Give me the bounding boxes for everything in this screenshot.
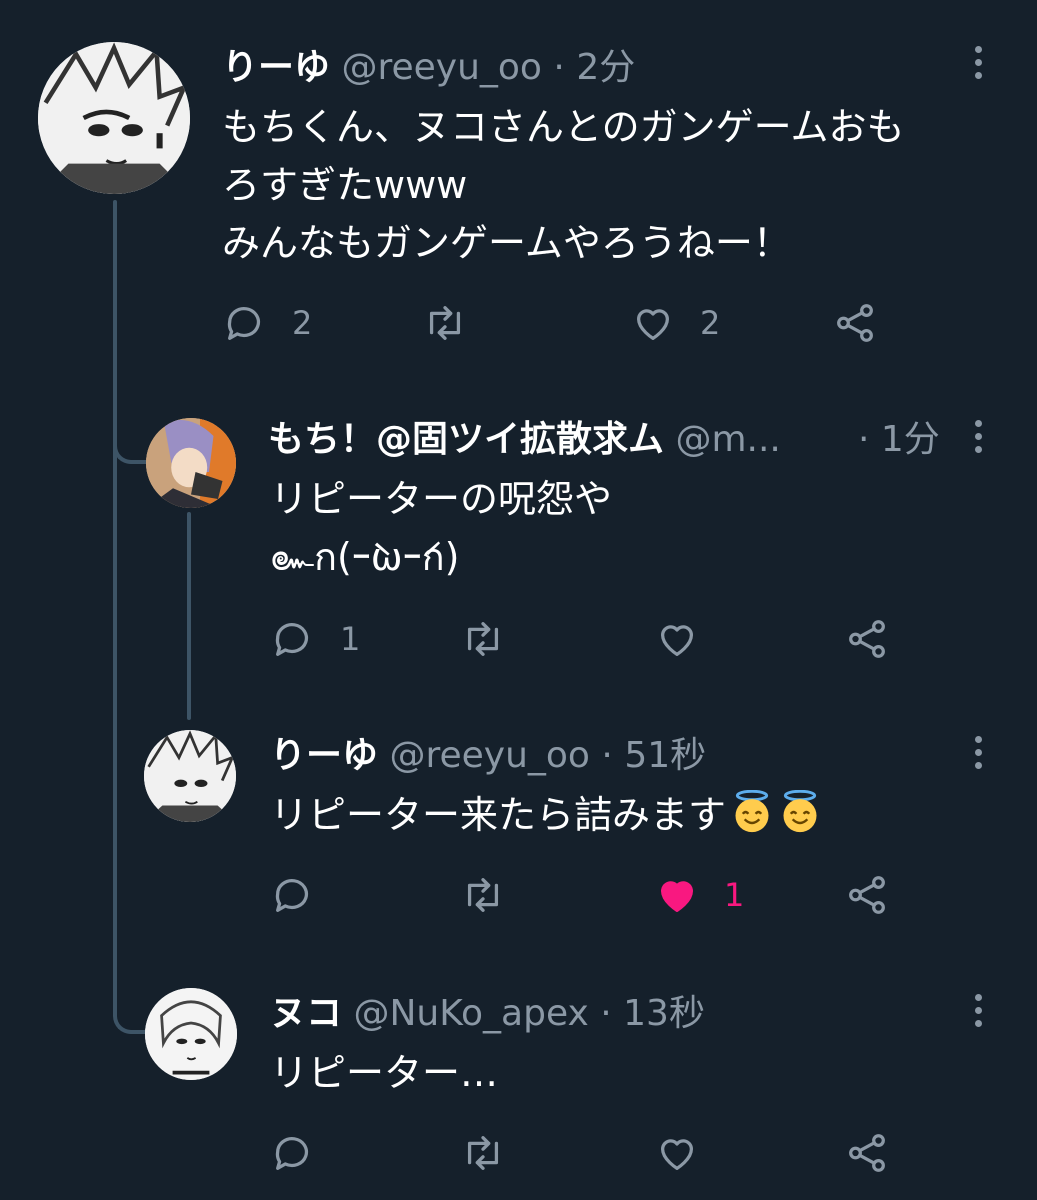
retweet-icon — [467, 622, 499, 656]
heart-icon — [660, 1139, 694, 1170]
share-icon — [849, 876, 885, 914]
retweet-icon — [467, 1136, 499, 1170]
tweet-header: りーゆ @reeyu_oo · 51秒 — [270, 734, 706, 778]
thread-line-sub — [187, 512, 191, 720]
share-icon — [837, 304, 873, 342]
action-bar: 1 — [270, 614, 910, 664]
like-button[interactable]: 2 — [630, 298, 720, 348]
user-handle[interactable]: @reeyu_oo — [341, 47, 541, 88]
avatar[interactable] — [144, 730, 236, 822]
reply-button[interactable]: 1 — [270, 614, 360, 664]
reply-button[interactable] — [270, 870, 340, 920]
timestamp[interactable]: 51秒 — [624, 735, 706, 776]
more-options-icon[interactable] — [973, 736, 983, 775]
timestamp[interactable]: 2分 — [576, 47, 635, 88]
tweet-time: · 1分 — [858, 418, 940, 462]
heart-icon — [636, 309, 670, 340]
share-button[interactable] — [832, 298, 878, 348]
retweet-button[interactable] — [460, 1128, 530, 1178]
reply-icon — [227, 307, 260, 340]
share-button[interactable] — [844, 614, 890, 664]
reply-count: 2 — [292, 304, 313, 342]
share-icon — [849, 1134, 885, 1172]
reply-icon — [275, 623, 308, 656]
reply-button[interactable]: 2 — [222, 298, 312, 348]
avatar[interactable] — [38, 42, 190, 194]
heart-filled-icon — [660, 881, 694, 912]
tweet-text-line: リピーターの呪怨や — [270, 477, 613, 521]
reply-count: 1 — [340, 620, 361, 658]
avatar-image — [146, 418, 236, 508]
timestamp[interactable]: 13秒 — [623, 993, 705, 1034]
tweet-text: もちくん、ヌコさんとのガンゲームおも ろすぎたwww みんなもガンゲームやろうね… — [222, 98, 904, 272]
more-options-icon[interactable] — [973, 994, 983, 1033]
tweet-header: りーゆ @reeyu_oo · 2分 — [222, 46, 635, 90]
tweet-text-line: みんなもガンゲームやろうねー！ — [222, 221, 791, 265]
retweet-button[interactable] — [460, 614, 530, 664]
more-options-icon[interactable] — [973, 46, 983, 85]
manga-avatar-image — [145, 988, 237, 1080]
like-count: 1 — [724, 876, 745, 914]
tweet-text-line: ろすぎたwww — [222, 163, 468, 207]
action-bar: 2 2 — [222, 298, 922, 348]
reply-icon — [275, 879, 308, 912]
user-handle[interactable]: @NuKo_apex — [353, 993, 588, 1034]
display-name[interactable]: もち！@固ツイ拡散求ム — [268, 419, 664, 460]
separator-dot: · — [858, 419, 870, 460]
retweet-icon — [467, 878, 499, 912]
action-bar: 1 — [270, 870, 910, 920]
like-button[interactable]: 1 — [654, 870, 744, 920]
avatar[interactable] — [145, 988, 237, 1080]
retweet-button[interactable] — [422, 298, 492, 348]
more-options-icon[interactable] — [973, 420, 983, 459]
separator-dot: · — [553, 47, 565, 88]
tweet-text: リピーターの呪怨や ๛ก(ｰ̀ωｰ́ก) — [270, 470, 612, 586]
reply-icon — [275, 1137, 308, 1170]
separator-dot: · — [600, 993, 612, 1034]
action-bar — [270, 1128, 910, 1178]
share-button[interactable] — [844, 1128, 890, 1178]
user-handle[interactable]: @reeyu_oo — [389, 735, 589, 776]
thread-line-main — [113, 200, 117, 1000]
manga-avatar-image — [144, 730, 236, 822]
tweet-text-line: リピーター来たら詰みます — [270, 793, 727, 837]
heart-icon — [660, 625, 694, 656]
like-count: 2 — [700, 304, 721, 342]
retweet-button[interactable] — [460, 870, 530, 920]
smiling-face-with-halo-icon — [783, 790, 817, 833]
share-button[interactable] — [844, 870, 890, 920]
tweet-text-line: もちくん、ヌコさんとのガンゲームおも — [222, 105, 905, 149]
smiling-face-with-halo-icon — [735, 790, 769, 833]
tweet-header: ヌコ @NuKo_apex · 13秒 — [270, 992, 705, 1036]
display-name[interactable]: りーゆ — [222, 47, 330, 88]
tweet-text: リピーター… — [270, 1044, 498, 1102]
timestamp[interactable]: 1分 — [881, 419, 940, 460]
like-button[interactable] — [654, 614, 724, 664]
user-handle[interactable]: @m... — [675, 419, 780, 460]
avatar[interactable] — [146, 418, 236, 508]
separator-dot: · — [601, 735, 613, 776]
tweet-text-line: ๛ก(ｰ̀ωｰ́ก) — [270, 535, 460, 579]
tweet-header: もち！@固ツイ拡散求ム @m... — [268, 418, 781, 462]
display-name[interactable]: りーゆ — [270, 735, 378, 776]
reply-button[interactable] — [270, 1128, 340, 1178]
tweet-text: リピーター来たら詰みます — [270, 786, 822, 844]
like-button[interactable] — [654, 1128, 724, 1178]
retweet-icon — [429, 306, 461, 340]
manga-avatar-image — [38, 42, 190, 194]
share-icon — [849, 620, 885, 658]
display-name[interactable]: ヌコ — [270, 993, 342, 1034]
tweet-text-line: リピーター… — [270, 1051, 499, 1095]
